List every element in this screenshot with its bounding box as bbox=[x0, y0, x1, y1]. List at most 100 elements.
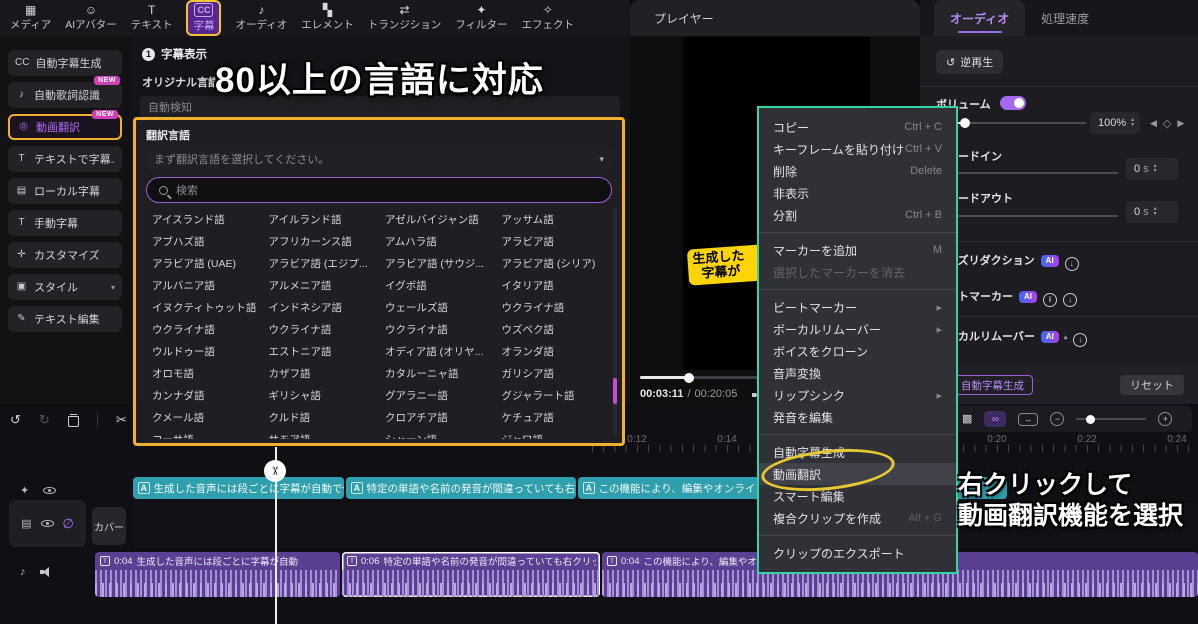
undo-icon[interactable]: ↺ bbox=[10, 413, 21, 427]
toolbar-item[interactable]: T テキスト bbox=[131, 4, 173, 32]
language-option[interactable]: アラビア語 bbox=[490, 234, 607, 249]
language-option[interactable]: グジャラート語 bbox=[490, 388, 607, 403]
mosaic-view-icon[interactable]: ▩ bbox=[962, 412, 972, 426]
eye-icon[interactable] bbox=[41, 518, 54, 530]
language-option[interactable]: ウクライナ語 bbox=[490, 300, 607, 315]
fade-in-slider[interactable] bbox=[936, 172, 1118, 174]
language-option[interactable]: ガリシア語 bbox=[490, 366, 607, 381]
volume-toggle[interactable] bbox=[1000, 96, 1026, 110]
language-option[interactable]: アイスランド語 bbox=[140, 212, 257, 227]
context-menu-item[interactable]: スマート編集 bbox=[759, 485, 956, 507]
context-menu-item[interactable]: 複合クリップを作成 Alt + G bbox=[759, 507, 956, 529]
context-menu-item[interactable]: 削除 Delete bbox=[759, 160, 956, 182]
add-keyframe-icon[interactable]: ◇ bbox=[1163, 117, 1171, 130]
language-option[interactable]: アイルランド語 bbox=[257, 212, 374, 227]
context-menu-item[interactable]: 選択したマーカーを消去 bbox=[759, 261, 956, 283]
context-menu-item[interactable]: 音声変換 bbox=[759, 362, 956, 384]
language-option[interactable]: ウクライナ語 bbox=[140, 322, 257, 337]
redo-icon[interactable]: ↻ bbox=[39, 413, 50, 427]
properties-tab[interactable]: オーディオ bbox=[934, 0, 1025, 36]
playback-progress-slider[interactable] bbox=[640, 376, 770, 379]
context-menu-item[interactable]: 自動字幕生成 bbox=[759, 441, 956, 463]
volume-slider-knob[interactable] bbox=[960, 118, 970, 128]
language-option[interactable]: アルメニア語 bbox=[257, 278, 374, 293]
toolbar-item[interactable]: ▦ メディア bbox=[10, 4, 51, 32]
volume-value-box[interactable]: 100% ▴ ▾ bbox=[1090, 112, 1140, 134]
download-icon[interactable]: ↓ bbox=[1063, 293, 1077, 307]
download-icon[interactable]: ↓ bbox=[1065, 257, 1079, 271]
language-option[interactable]: アラビア語 (UAE) bbox=[140, 256, 257, 271]
language-option[interactable]: カザフ語 bbox=[257, 366, 374, 381]
language-option[interactable]: アラビア語 (シリア) bbox=[490, 256, 607, 271]
toolbar-item[interactable]: CC 字幕 bbox=[186, 0, 221, 36]
fit-timeline-icon[interactable]: ↔ bbox=[1018, 413, 1038, 426]
language-option[interactable]: ケチュア語 bbox=[490, 410, 607, 425]
language-option[interactable]: グアラニー語 bbox=[373, 388, 490, 403]
sidebar-item[interactable]: ◎ 動画翻訳 NEW bbox=[8, 114, 122, 140]
context-menu-item[interactable]: ボイスをクローン bbox=[759, 340, 956, 362]
zoom-slider-knob[interactable] bbox=[1086, 415, 1095, 424]
delete-icon[interactable] bbox=[68, 414, 79, 427]
context-menu-item[interactable]: 分割 Ctrl + B bbox=[759, 204, 956, 226]
context-menu-item[interactable]: リップシンク ▸ bbox=[759, 384, 956, 406]
fade-in-value-box[interactable]: 0 s ▴ ▾ bbox=[1126, 158, 1178, 180]
toolbar-item[interactable]: ♪ オーディオ bbox=[235, 4, 287, 32]
toolbar-item[interactable]: ⇄ トランジション bbox=[368, 4, 442, 32]
scrollbar-thumb[interactable] bbox=[613, 378, 617, 404]
language-option[interactable]: コーサ語 bbox=[140, 432, 257, 440]
language-option[interactable]: アッサム語 bbox=[490, 212, 607, 227]
language-option[interactable]: カタルーニャ語 bbox=[373, 366, 490, 381]
auto-caption-button[interactable]: 自動字幕生成 bbox=[952, 375, 1033, 395]
volume-slider[interactable] bbox=[936, 122, 1086, 124]
language-option[interactable]: アゼルバイジャン語 bbox=[373, 212, 490, 227]
download-icon[interactable]: ↓ bbox=[1073, 333, 1087, 347]
language-option[interactable]: イグボ語 bbox=[373, 278, 490, 293]
language-list-scrollbar[interactable] bbox=[613, 208, 617, 435]
properties-tab[interactable]: 処理速度 bbox=[1025, 0, 1105, 36]
sidebar-item[interactable]: T テキストで字幕... bbox=[8, 146, 122, 172]
info-icon[interactable]: i bbox=[1043, 293, 1057, 307]
language-option[interactable]: イタリア語 bbox=[490, 278, 607, 293]
spinner-down-icon[interactable]: ▾ bbox=[1131, 123, 1134, 128]
split-scissors-icon[interactable]: ✂ bbox=[116, 413, 127, 427]
sidebar-item[interactable]: ✛ カスタマイズ bbox=[8, 242, 122, 268]
audio-clip[interactable]: 0:04 生成した音声には段ごとに字幕が自動 bbox=[95, 552, 340, 597]
text-clip[interactable]: A 生成した音声には段ごとに字幕が自動で付 bbox=[133, 477, 344, 499]
zoom-in-icon[interactable]: + bbox=[1158, 412, 1172, 426]
fade-out-slider[interactable] bbox=[936, 215, 1118, 217]
context-menu-item[interactable]: 発音を編集 bbox=[759, 406, 956, 428]
language-search-input[interactable]: 検索 bbox=[146, 177, 612, 203]
language-option[interactable]: クメール語 bbox=[140, 410, 257, 425]
context-menu-item[interactable]: 動画翻訳 bbox=[759, 463, 956, 485]
language-option[interactable]: クロアチア語 bbox=[373, 410, 490, 425]
language-option[interactable]: オランダ語 bbox=[490, 344, 607, 359]
language-option[interactable]: エストニア語 bbox=[257, 344, 374, 359]
playhead-scissors-icon[interactable]: ✂ bbox=[264, 460, 286, 482]
sidebar-item[interactable]: ▤ ローカル字幕 bbox=[8, 178, 122, 204]
language-option[interactable]: アラビア語 (エジプ... bbox=[257, 256, 374, 271]
link-clips-icon[interactable]: ∞ bbox=[984, 411, 1006, 427]
context-menu-item[interactable]: コピー Ctrl + C bbox=[759, 116, 956, 138]
spinner-down-icon[interactable]: ▾ bbox=[1154, 169, 1157, 174]
language-option[interactable]: シャーン語 bbox=[373, 432, 490, 440]
language-option[interactable]: ジャワ語 bbox=[490, 432, 607, 440]
cover-button[interactable]: カバー bbox=[92, 507, 126, 545]
language-option[interactable]: アルバニア語 bbox=[140, 278, 257, 293]
context-menu-item[interactable]: キーフレームを貼り付け Ctrl + V bbox=[759, 138, 956, 160]
language-option[interactable]: アブハズ語 bbox=[140, 234, 257, 249]
timeline-zoom-slider[interactable] bbox=[1076, 418, 1146, 420]
language-option[interactable]: カンナダ語 bbox=[140, 388, 257, 403]
language-option[interactable]: ウクライナ語 bbox=[373, 322, 490, 337]
context-menu-item[interactable]: ボーカルリムーバー ▸ bbox=[759, 318, 956, 340]
zoom-out-icon[interactable]: − bbox=[1050, 412, 1064, 426]
context-menu-item[interactable]: 非表示 bbox=[759, 182, 956, 204]
language-option[interactable]: オロモ語 bbox=[140, 366, 257, 381]
mute-icon[interactable]: ∅ bbox=[63, 516, 74, 532]
toolbar-item[interactable]: ☺ AIアバター bbox=[65, 4, 117, 32]
next-keyframe-icon[interactable]: ▶ bbox=[1177, 118, 1184, 129]
language-option[interactable]: サモア語 bbox=[257, 432, 374, 440]
sidebar-item[interactable]: ♪ 自動歌詞認識 NEW bbox=[8, 82, 122, 108]
context-menu-item[interactable]: ビートマーカー ▸ bbox=[759, 296, 956, 318]
toolbar-item[interactable]: ✦ フィルター bbox=[455, 4, 507, 32]
toolbar-item[interactable]: ▚ エレメント bbox=[301, 4, 354, 32]
